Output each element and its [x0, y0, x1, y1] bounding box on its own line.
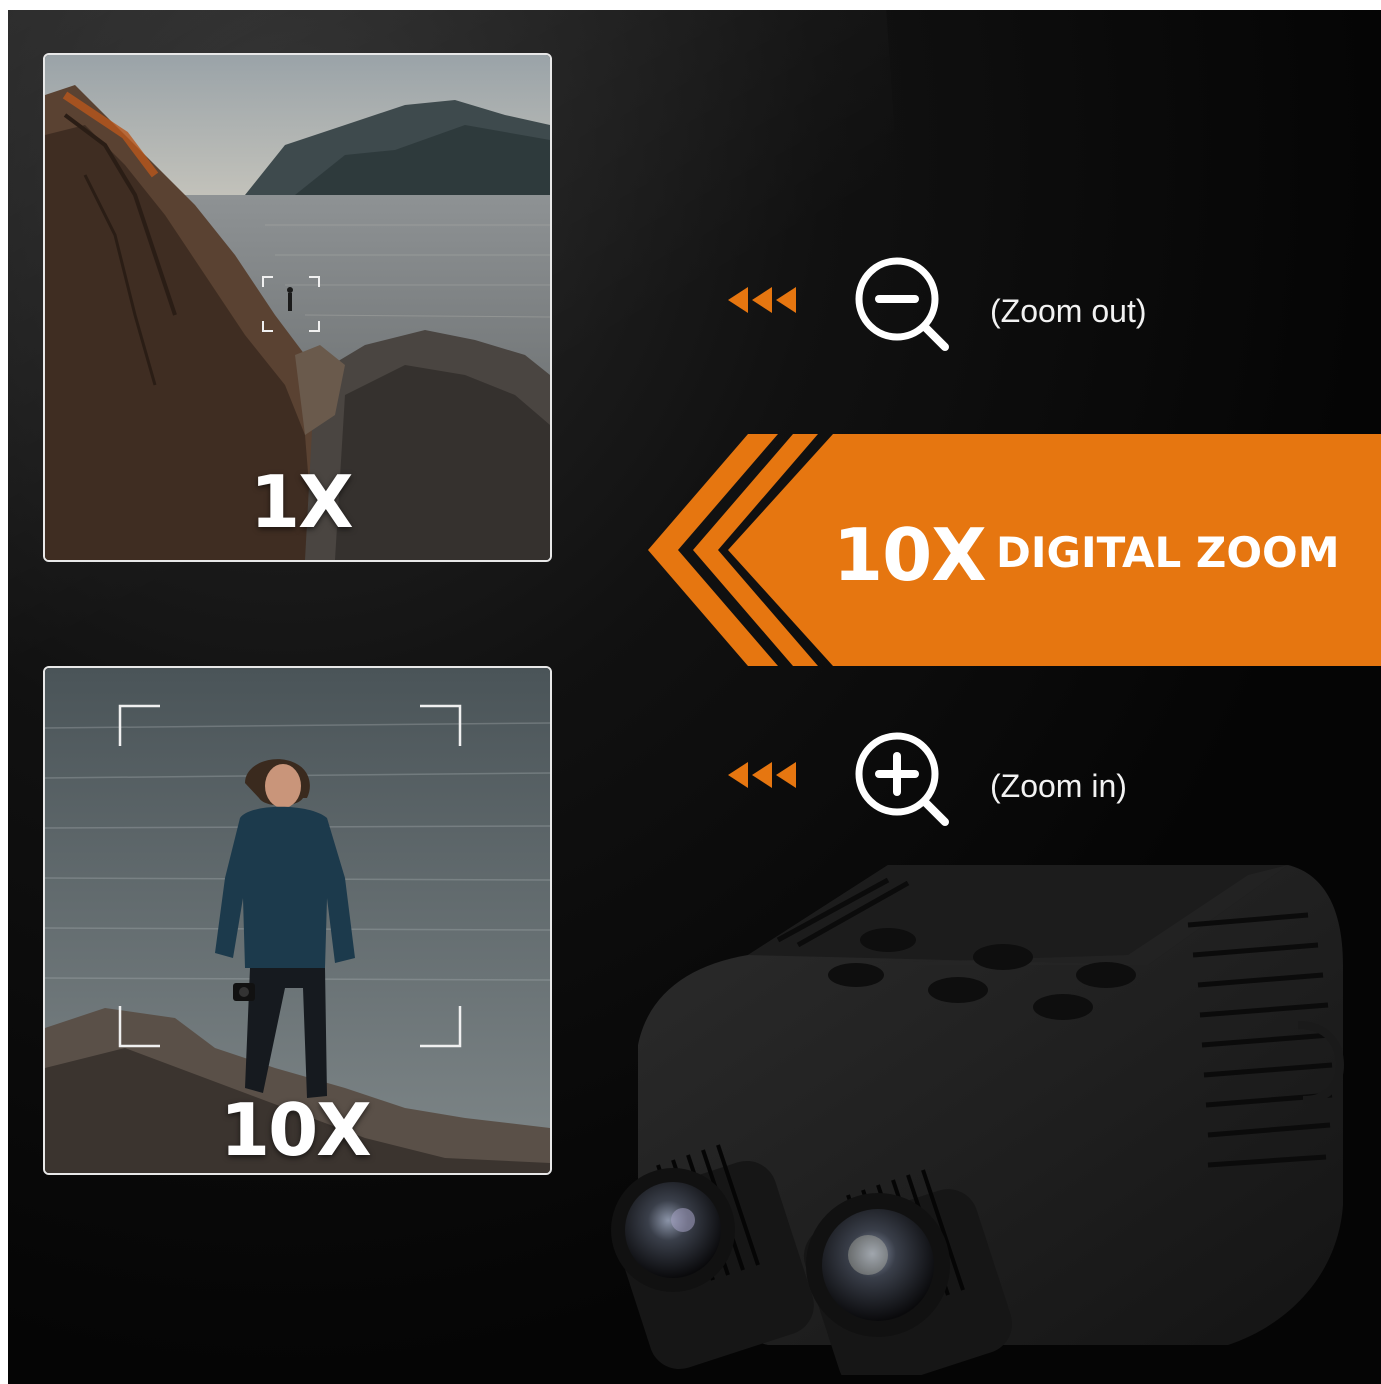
triple-arrow-icon	[728, 762, 796, 788]
zoomed-view-photo: 10X	[43, 666, 552, 1175]
product-canvas: 1X 10X 10X DIGITAL ZOOM (Zoom out) (Zoom…	[8, 10, 1381, 1384]
zoom-level-label: 1X	[250, 460, 354, 544]
device-button-ir	[860, 928, 916, 952]
device-button-menu	[973, 944, 1033, 970]
device-button-down	[1033, 994, 1093, 1020]
device-button-mode	[928, 977, 988, 1003]
zoom-in-label: (Zoom in)	[990, 768, 1127, 804]
wide-view-photo: 1X	[43, 53, 552, 562]
device-button-power	[828, 963, 884, 987]
zoom-out-label: (Zoom out)	[990, 293, 1147, 329]
device-button-up	[1076, 962, 1136, 988]
zoom-level-label: 10X	[220, 1088, 372, 1172]
triple-arrow-icon	[728, 287, 796, 313]
zoom-out-magnifier-icon	[855, 257, 949, 351]
left-lens	[625, 1182, 721, 1278]
night-vision-binocular	[611, 865, 1345, 1375]
zoom-in-magnifier-icon	[855, 732, 949, 826]
banner-zoom-factor: 10X	[833, 513, 987, 597]
banner-zoom-caption: DIGITAL ZOOM	[996, 528, 1340, 577]
